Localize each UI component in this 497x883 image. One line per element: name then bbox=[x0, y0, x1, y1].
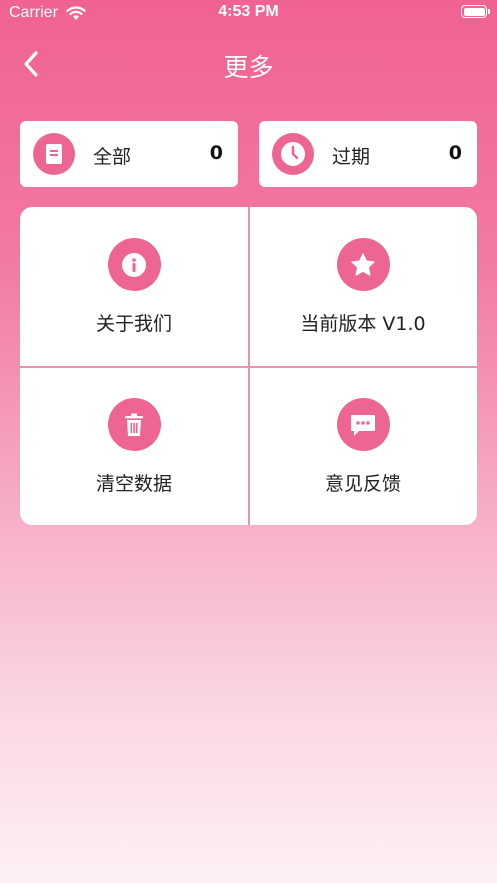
menu-item-version[interactable]: 当前版本 V1.0 bbox=[249, 207, 477, 366]
stat-count-all: 0 bbox=[209, 142, 223, 164]
nav-bar: 更多 bbox=[0, 28, 497, 100]
stat-count-expired: 0 bbox=[448, 142, 462, 164]
stat-card-expired[interactable]: 过期 0 bbox=[259, 121, 477, 187]
menu-label-clear-data: 清空数据 bbox=[95, 473, 172, 495]
menu-grid: 关于我们 当前版本 V1.0 清空数据 意见反馈 bbox=[20, 207, 477, 525]
document-icon bbox=[33, 133, 75, 175]
menu-label-about: 关于我们 bbox=[95, 313, 172, 335]
menu-item-clear-data[interactable]: 清空数据 bbox=[20, 367, 248, 525]
menu-item-feedback[interactable]: 意见反馈 bbox=[249, 367, 477, 525]
clock-icon bbox=[272, 133, 314, 175]
status-bar: Carrier 4:53 PM bbox=[0, 0, 497, 28]
menu-item-about[interactable]: 关于我们 bbox=[20, 207, 248, 366]
page-title: 更多 bbox=[223, 53, 274, 82]
info-icon bbox=[107, 238, 161, 291]
menu-label-feedback: 意见反馈 bbox=[324, 473, 401, 495]
star-icon bbox=[336, 238, 390, 291]
menu-label-version: 当前版本 V1.0 bbox=[300, 313, 426, 335]
stat-card-all[interactable]: 全部 0 bbox=[20, 121, 238, 187]
chat-bubble-icon bbox=[336, 398, 390, 451]
battery-icon bbox=[461, 5, 490, 18]
trash-icon bbox=[107, 398, 161, 451]
grid-divider-horizontal bbox=[20, 366, 477, 368]
stat-label-all: 全部 bbox=[93, 146, 132, 168]
stat-label-expired: 过期 bbox=[332, 146, 371, 168]
status-time: 4:53 PM bbox=[218, 3, 279, 20]
